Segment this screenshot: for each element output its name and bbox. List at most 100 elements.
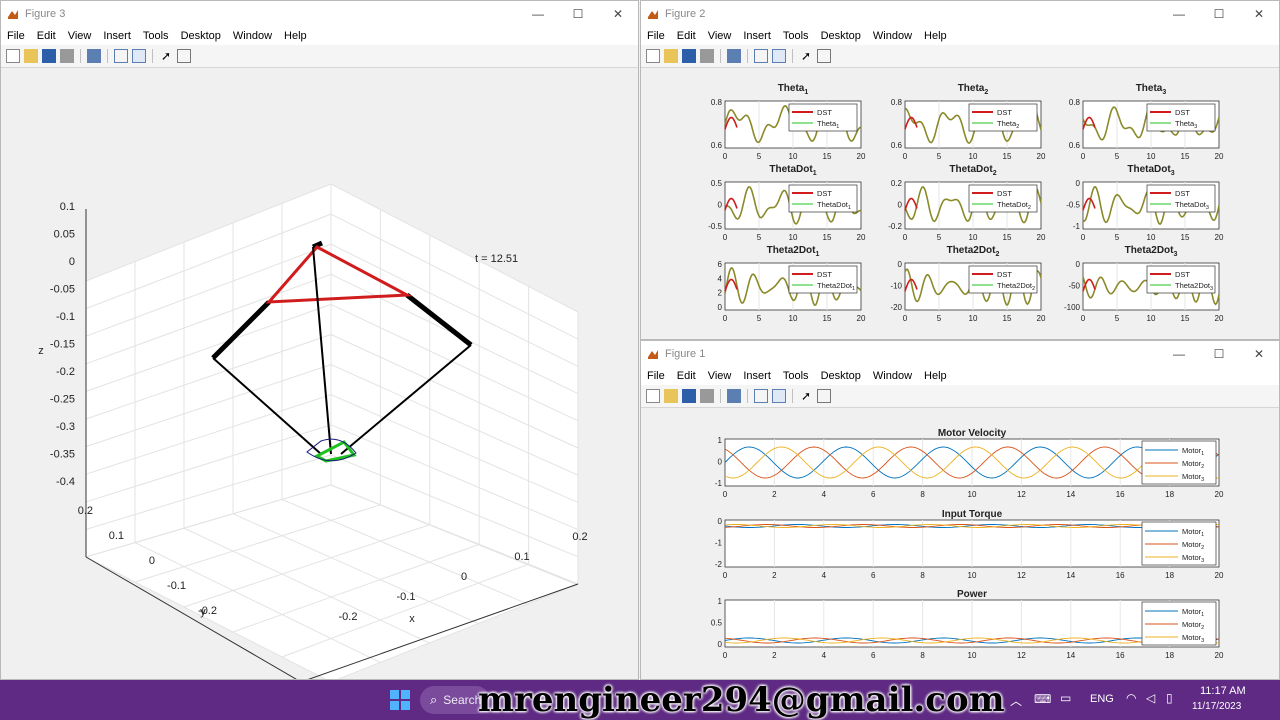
print-icon[interactable] (700, 389, 714, 403)
motor-plots[interactable]: Motor Velocity10-10 2 4 6 8 10 12 14 16 18 20Motor… (641, 409, 1279, 679)
new-file-icon[interactable] (646, 389, 660, 403)
x-tick-label: 0 (723, 651, 728, 660)
print-icon[interactable] (700, 49, 714, 63)
chevron-up-icon[interactable]: ︿ (1010, 692, 1022, 709)
menu-window[interactable]: Window (873, 30, 912, 42)
subplot-title: Theta2Dot3 (1125, 245, 1178, 258)
save-icon[interactable] (42, 49, 56, 63)
legend-label: DST (1175, 189, 1190, 198)
display-icon[interactable]: ▭ (1060, 691, 1071, 705)
wifi-icon[interactable]: ◠ (1126, 691, 1136, 705)
legend-icon[interactable] (132, 49, 146, 63)
menu-view[interactable]: View (68, 30, 92, 42)
menu-edit[interactable]: Edit (677, 370, 696, 382)
y-tick-label: 0.5 (711, 619, 723, 628)
language-indicator[interactable]: ENG (1090, 693, 1114, 705)
pointer-icon[interactable]: ➚ (799, 49, 813, 63)
property-editor-icon[interactable] (177, 49, 191, 63)
link-plot-icon[interactable] (727, 389, 741, 403)
maximize-button[interactable]: ☐ (1199, 347, 1239, 361)
y-axis-label: y (200, 606, 206, 618)
property-editor-icon[interactable] (817, 389, 831, 403)
title-subscript: 3 (1171, 170, 1175, 177)
new-file-icon[interactable] (646, 49, 660, 63)
pointer-icon[interactable]: ➚ (159, 49, 173, 63)
pointer-icon[interactable]: ➚ (799, 389, 813, 403)
open-folder-icon[interactable] (664, 49, 678, 63)
volume-icon[interactable]: ◁ (1146, 691, 1155, 705)
close-button[interactable]: ✕ (598, 7, 638, 21)
legend-label: DST (817, 270, 832, 279)
menu-view[interactable]: View (708, 30, 732, 42)
menu-desktop[interactable]: Desktop (821, 30, 861, 42)
menu-tools[interactable]: Tools (783, 370, 809, 382)
menu-insert[interactable]: Insert (103, 30, 131, 42)
menu-window[interactable]: Window (873, 370, 912, 382)
z-tick-label: -0.05 (50, 284, 75, 296)
colorbar-icon[interactable] (114, 49, 128, 63)
open-folder-icon[interactable] (24, 49, 38, 63)
legend-icon[interactable] (772, 389, 786, 403)
menu-edit[interactable]: Edit (677, 30, 696, 42)
title-bar[interactable]: Figure 1 — ☐ ✕ (641, 341, 1279, 367)
close-button[interactable]: ✕ (1239, 347, 1279, 361)
minimize-button[interactable]: — (1159, 7, 1199, 21)
menu-help[interactable]: Help (924, 30, 947, 42)
x-tick-label: 20 (857, 152, 866, 161)
3d-robot-plot[interactable]: 0.1 0.05 0 -0.05 -0.1 -0.15 -0.2 -0.25 -0.3 -0.35… (1, 69, 638, 679)
clock-time[interactable]: 11:17 AM (1200, 685, 1246, 697)
menu-insert[interactable]: Insert (743, 370, 771, 382)
windows-start-icon[interactable] (390, 690, 410, 710)
figure-2-canvas: Theta1 0.8 0.6 0 5 10 15 20 DST Theta1 Theta2 0.8 0.… (641, 69, 1279, 339)
maximize-button[interactable]: ☐ (1199, 7, 1239, 21)
menu-desktop[interactable]: Desktop (821, 370, 861, 382)
open-folder-icon[interactable] (664, 389, 678, 403)
property-editor-icon[interactable] (817, 49, 831, 63)
legend-icon[interactable] (772, 49, 786, 63)
title-bar[interactable]: Figure 2 — ☐ ✕ (641, 1, 1279, 27)
menu-file[interactable]: File (7, 30, 25, 42)
x-tick-label: 5 (757, 314, 762, 323)
print-icon[interactable] (60, 49, 74, 63)
link-plot-icon[interactable] (727, 49, 741, 63)
minimize-button[interactable]: — (1159, 347, 1199, 361)
colorbar-icon[interactable] (754, 49, 768, 63)
clock-date[interactable]: 11/17/2023 (1192, 701, 1241, 712)
menu-window[interactable]: Window (233, 30, 272, 42)
keyboard-icon[interactable]: ⌨ (1034, 692, 1051, 706)
menu-help[interactable]: Help (284, 30, 307, 42)
menu-insert[interactable]: Insert (743, 30, 771, 42)
battery-icon[interactable]: ▯ (1166, 691, 1173, 705)
colorbar-icon[interactable] (754, 389, 768, 403)
title-subscript: 1 (813, 170, 817, 177)
save-icon[interactable] (682, 389, 696, 403)
close-button[interactable]: ✕ (1239, 7, 1279, 21)
menu-tools[interactable]: Tools (783, 30, 809, 42)
y-tick-label: 0.8 (1069, 98, 1081, 107)
menu-tools[interactable]: Tools (143, 30, 169, 42)
menu-file[interactable]: File (647, 30, 665, 42)
save-icon[interactable] (682, 49, 696, 63)
motor-subplot-1: Input Torque0-1-20 2 4 6 8 10 12 14 16 18 20Motor1… (715, 509, 1224, 580)
x-tick-label: 6 (871, 571, 876, 580)
x-axis-label: x (409, 613, 415, 625)
link-plot-icon[interactable] (87, 49, 101, 63)
menu-desktop[interactable]: Desktop (181, 30, 221, 42)
legend-label: DST (997, 270, 1012, 279)
minimize-button[interactable]: — (518, 7, 558, 21)
y-tick-label: -2 (715, 560, 723, 569)
menu-view[interactable]: View (708, 370, 732, 382)
motor-subplot-0: Motor Velocity10-10 2 4 6 8 10 12 14 16 18 20Motor… (715, 428, 1224, 499)
maximize-button[interactable]: ☐ (558, 7, 598, 21)
z-tick-label: -0.3 (56, 421, 75, 433)
new-file-icon[interactable] (6, 49, 20, 63)
menu-edit[interactable]: Edit (37, 30, 56, 42)
menu-help[interactable]: Help (924, 370, 947, 382)
y-tick-label: 0.6 (711, 141, 723, 150)
menu-file[interactable]: File (647, 370, 665, 382)
legend-label: DST (1175, 108, 1190, 117)
x-tick-label: 0.2 (572, 531, 587, 543)
legend-subscript: 3 (1201, 638, 1204, 644)
joint-states-plots[interactable]: Theta10.80.60 5 10 15 20DSTTheta1Theta20.80.… (641, 69, 1279, 339)
title-bar[interactable]: Figure 3 — ☐ ✕ (1, 1, 638, 27)
